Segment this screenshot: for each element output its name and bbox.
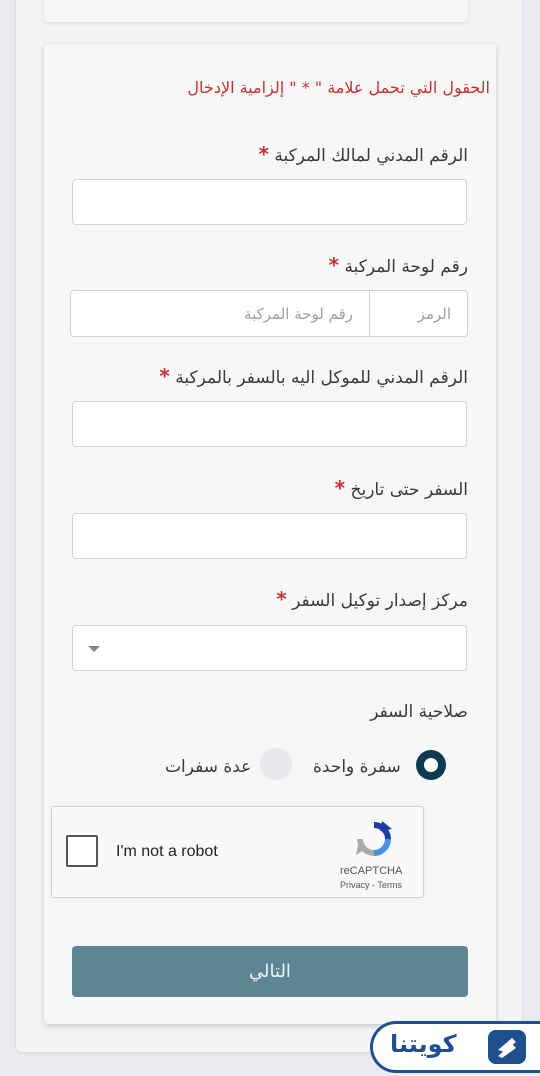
travel-until-date-input[interactable]: [72, 513, 467, 559]
radio-single-trip-label[interactable]: سفرة واحدة: [313, 757, 401, 777]
authorized-civil-id-label-text: الرقم المدني للموكل اليه بالسفر بالمركبة: [175, 368, 468, 388]
plate-number-placeholder: رقم لوحة المركبة: [244, 305, 353, 323]
next-button[interactable]: التالي: [72, 946, 468, 997]
authorized-civil-id-label: الرقم المدني للموكل اليه بالسفر بالمركبة…: [68, 364, 468, 388]
required-asterisk: *: [334, 476, 346, 500]
travel-until-label: السفر حتى تاريخ *: [68, 476, 468, 500]
kuwaitna-logo-icon: [488, 1030, 526, 1064]
recaptcha-label: I'm not a robot: [116, 843, 218, 860]
recaptcha-brand: reCAPTCHA: [340, 865, 403, 877]
plate-label-text: رقم لوحة المركبة: [344, 257, 469, 277]
recaptcha-widget: I'm not a robot reCAPTCHA Privacy - Term…: [51, 806, 424, 898]
site-logo-text: كويتنا: [390, 1030, 457, 1058]
recaptcha-logo-icon: [356, 821, 392, 856]
required-asterisk: *: [328, 253, 340, 277]
travel-until-label-text: السفر حتى تاريخ: [350, 480, 469, 500]
plate-input-group: الرمز رقم لوحة المركبة: [70, 290, 468, 337]
center-label: مركز إصدار توكيل السفر *: [68, 587, 468, 611]
chevron-down-icon: [88, 646, 100, 652]
recaptcha-links: Privacy - Terms: [340, 880, 402, 890]
center-label-text: مركز إصدار توكيل السفر: [292, 591, 468, 611]
owner-civil-id-input[interactable]: [72, 179, 467, 225]
recaptcha-privacy-link[interactable]: Privacy: [340, 880, 370, 890]
required-asterisk: *: [276, 587, 287, 611]
previous-card: [44, 0, 468, 22]
plate-code-placeholder: الرمز: [417, 305, 451, 323]
required-asterisk: *: [258, 142, 269, 166]
validity-label: صلاحية السفر: [370, 702, 468, 722]
center-select[interactable]: [72, 625, 467, 671]
radio-single-trip[interactable]: [416, 750, 446, 780]
recaptcha-terms-link[interactable]: Terms: [377, 880, 402, 890]
radio-multiple-trips-label[interactable]: عدة سفرات: [165, 757, 251, 777]
required-asterisk: *: [159, 364, 170, 388]
authorized-civil-id-input[interactable]: [72, 401, 467, 447]
recaptcha-checkbox[interactable]: [66, 835, 98, 867]
plate-code-input[interactable]: الرمز: [369, 291, 467, 336]
owner-civil-id-label-text: الرقم المدني لمالك المركبة: [274, 146, 468, 166]
plate-number-input[interactable]: رقم لوحة المركبة: [71, 291, 369, 336]
radio-multiple-trips[interactable]: [260, 748, 292, 780]
plate-label: رقم لوحة المركبة *: [68, 253, 468, 277]
required-fields-notice: الحقول التي تحمل علامة " * " إلزامية الإ…: [187, 78, 490, 97]
owner-civil-id-label: الرقم المدني لمالك المركبة *: [68, 142, 468, 166]
